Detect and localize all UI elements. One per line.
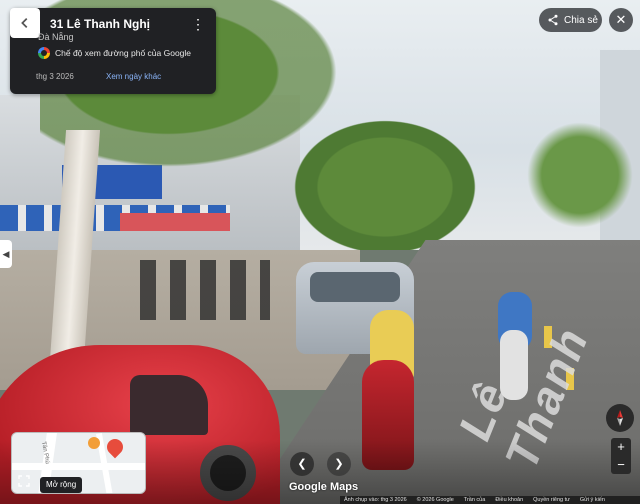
share-button[interactable]: Chia sẻ <box>539 8 602 32</box>
address-city: Đà Nẵng <box>38 32 74 42</box>
back-button[interactable] <box>10 8 40 38</box>
google-logo-icon <box>38 47 50 59</box>
footer-copyright: © 2026 Google <box>416 497 454 503</box>
car-window <box>130 375 208 435</box>
expand-icon[interactable] <box>16 473 32 489</box>
see-other-dates-link[interactable]: Xem ngày khác <box>106 72 161 81</box>
minimap-road <box>12 463 145 470</box>
parked-motorbikes <box>140 260 270 320</box>
minimap[interactable]: Tân Phú Mở rộng <box>11 432 146 494</box>
footer-link[interactable]: Trần của <box>464 497 486 503</box>
google-maps-logo: Google Maps <box>289 481 359 493</box>
address-title: 31 Lê Thanh Nghị <box>50 17 151 31</box>
compass-button[interactable] <box>606 404 634 432</box>
share-label: Chia sẻ <box>564 14 598 26</box>
next-arrow-icon[interactable]: ❯ <box>327 452 351 476</box>
car-windshield <box>310 272 400 302</box>
expand-map-button[interactable]: Mở rộng <box>40 477 83 493</box>
footer-feedback-link[interactable]: Gửi ý kiến <box>580 497 605 503</box>
zoom-out-button[interactable]: − <box>611 456 631 474</box>
previous-arrow-icon[interactable]: ❮ <box>290 452 314 476</box>
tree-canopy-right <box>520 115 640 235</box>
share-icon <box>548 14 558 26</box>
awning-red <box>120 213 230 231</box>
zoom-in-button[interactable]: + <box>611 438 631 456</box>
zoom-control: + − <box>611 438 631 474</box>
location-pin-icon <box>103 435 127 459</box>
street-view-mode-label: Chế độ xem đường phố của Google <box>55 48 192 58</box>
compass-icon <box>617 410 623 426</box>
footer-bar: Ảnh chụp vào: thg 3 2026 © 2026 Google T… <box>340 496 640 504</box>
footer-terms-link[interactable]: Điều khoản <box>495 497 523 503</box>
scooter-white <box>500 330 528 400</box>
footer-capture-date: Ảnh chụp vào: thg 3 2026 <box>344 497 407 503</box>
back-arrow-icon <box>21 18 28 28</box>
more-vert-icon[interactable]: ⋮ <box>190 16 206 34</box>
tree-canopy-mid <box>280 110 490 250</box>
close-button[interactable]: ✕ <box>609 8 633 32</box>
poi-icon <box>88 437 100 449</box>
footer-privacy-link[interactable]: Quyền riêng tư <box>533 497 570 503</box>
location-info-card: 31 Lê Thanh Nghị Đà Nẵng ⋮ Chế độ xem đư… <box>10 8 216 94</box>
side-panel-toggle-icon[interactable]: ◀ <box>0 240 12 268</box>
capture-date: thg 3 2026 <box>36 72 74 81</box>
